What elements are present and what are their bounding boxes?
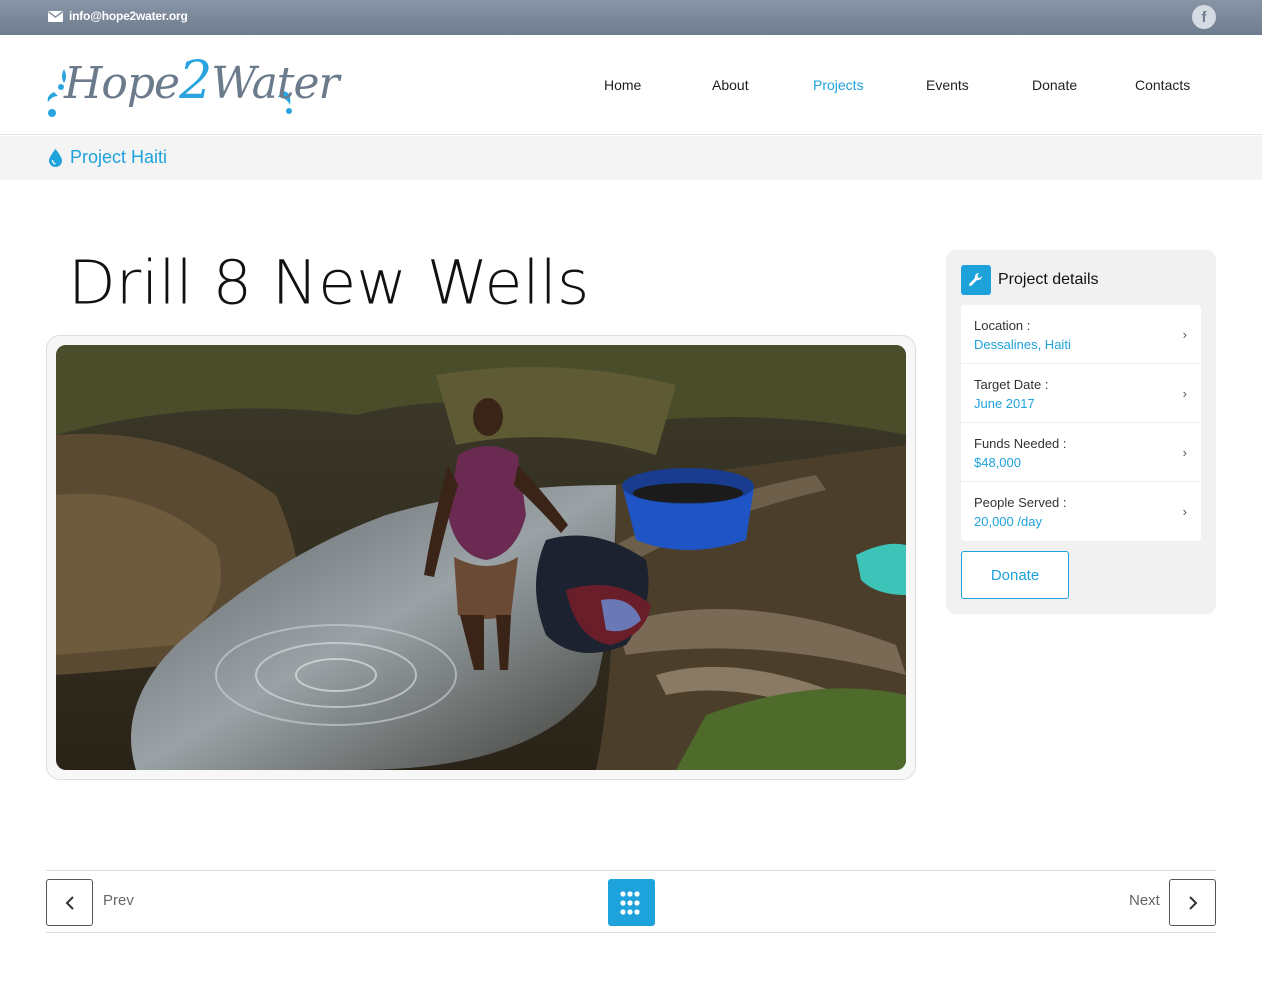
- detail-row-location[interactable]: Location : Dessalines, Haiti ›: [961, 305, 1201, 364]
- detail-key: Location :: [974, 318, 1031, 333]
- chevron-right-icon: [1188, 895, 1197, 910]
- wrench-icon: [961, 265, 991, 295]
- nav-events[interactable]: Events: [926, 77, 969, 93]
- contact-email-link[interactable]: info@hope2water.org: [48, 9, 188, 23]
- breadcrumb-label: Project Haiti: [70, 147, 168, 167]
- nav-home[interactable]: Home: [604, 77, 641, 93]
- chevron-right-icon: ›: [1182, 504, 1187, 519]
- next-label[interactable]: Next: [1129, 892, 1160, 909]
- project-details-panel: Project details Location : Dessalines, H…: [946, 250, 1216, 614]
- project-photo-frame: [46, 335, 916, 780]
- prev-button[interactable]: [46, 879, 93, 926]
- chevron-right-icon: ›: [1182, 445, 1187, 460]
- detail-row-people-served[interactable]: People Served : 20,000 /day ›: [961, 482, 1201, 541]
- chevron-left-icon: [65, 895, 74, 910]
- nav-donate[interactable]: Donate: [1032, 77, 1077, 93]
- project-photo: [56, 345, 906, 770]
- nav-about[interactable]: About: [712, 77, 749, 93]
- detail-value: Dessalines, Haiti: [974, 337, 1071, 352]
- water-drop-icon: [49, 148, 62, 167]
- page-title: Drill 8 New Wells: [68, 246, 590, 319]
- grid-icon: [619, 890, 640, 915]
- detail-key: People Served :: [974, 495, 1067, 510]
- envelope-icon: [48, 10, 63, 22]
- page-heading-band: Project Haiti: [0, 136, 1262, 180]
- detail-value: $48,000: [974, 455, 1021, 470]
- detail-value: June 2017: [974, 396, 1035, 411]
- next-button[interactable]: [1169, 879, 1216, 926]
- project-pager: Prev Next: [46, 870, 1216, 933]
- all-projects-grid-button[interactable]: [608, 879, 655, 926]
- contact-email: info@hope2water.org: [69, 9, 188, 23]
- detail-value: 20,000 /day: [974, 514, 1042, 529]
- nav-projects[interactable]: Projects: [813, 77, 864, 93]
- project-details-header: Project details: [961, 265, 1099, 295]
- site-header: Hope2Water Home About Projects Events Do…: [0, 35, 1262, 135]
- detail-row-target-date[interactable]: Target Date : June 2017 ›: [961, 364, 1201, 423]
- project-details-title: Project details: [998, 271, 1099, 288]
- main-nav: Home About Projects Events Donate Contac…: [0, 77, 1262, 97]
- detail-key: Target Date :: [974, 377, 1049, 392]
- prev-label[interactable]: Prev: [103, 892, 134, 909]
- project-photo-illustration: [56, 345, 906, 770]
- detail-key: Funds Needed :: [974, 436, 1067, 451]
- chevron-right-icon: ›: [1182, 386, 1187, 401]
- project-details-list: Location : Dessalines, Haiti › Target Da…: [961, 305, 1201, 541]
- facebook-icon[interactable]: f: [1192, 5, 1216, 29]
- top-bar: info@hope2water.org f: [0, 0, 1262, 35]
- nav-contacts[interactable]: Contacts: [1135, 77, 1190, 93]
- donate-button[interactable]: Donate: [961, 551, 1069, 599]
- detail-row-funds-needed[interactable]: Funds Needed : $48,000 ›: [961, 423, 1201, 482]
- facebook-letter: f: [1201, 8, 1207, 26]
- chevron-right-icon: ›: [1182, 327, 1187, 342]
- breadcrumb: Project Haiti: [49, 147, 167, 168]
